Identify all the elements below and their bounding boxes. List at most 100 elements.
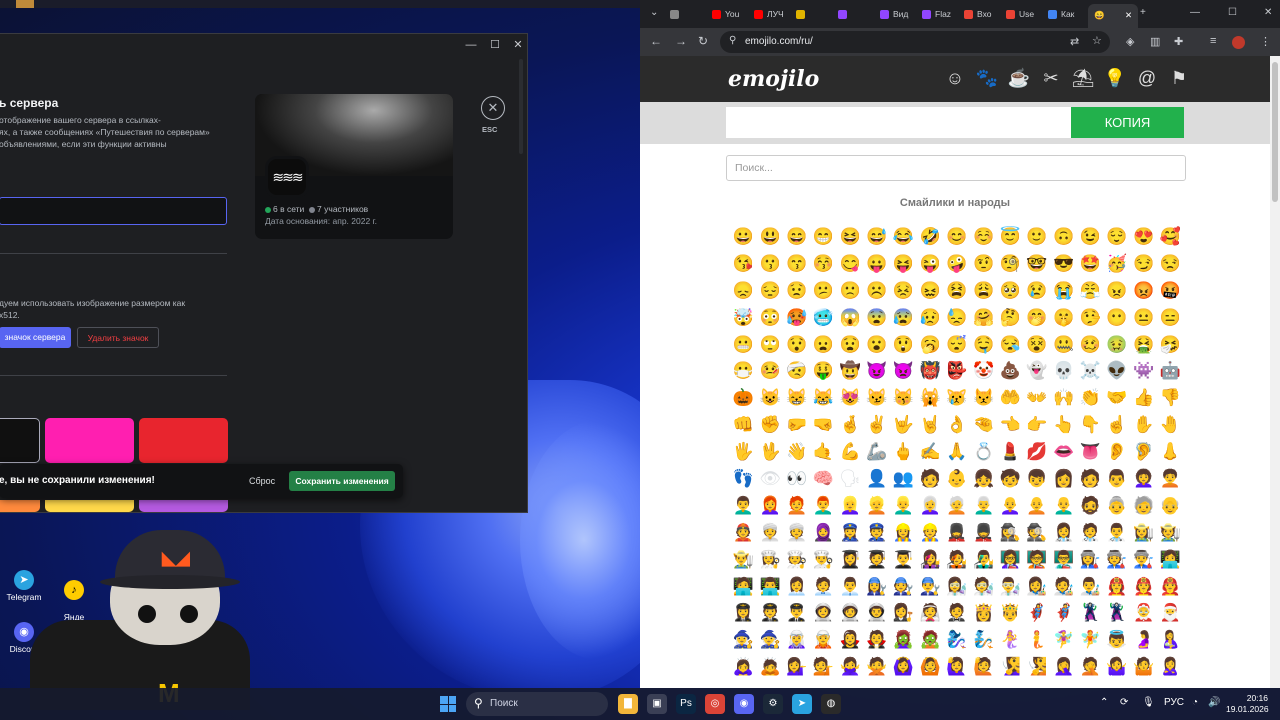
emoji-item[interactable]: 👴 <box>1157 492 1184 519</box>
food-category-icon[interactable]: ☕ <box>1007 66 1031 90</box>
emoji-item[interactable]: 😳 <box>757 304 784 331</box>
emoji-item[interactable]: 🖕 <box>890 438 917 465</box>
emoji-item[interactable]: 🧑‍🦳 <box>944 492 971 519</box>
emoji-item[interactable]: 👨‍🌾 <box>730 546 757 573</box>
emoji-item[interactable]: 👁 <box>757 465 784 492</box>
emoji-item[interactable]: 👩‍🚒 <box>1104 573 1131 600</box>
emoji-item[interactable]: 🤨 <box>970 250 997 277</box>
emoji-item[interactable]: 🙅 <box>863 653 890 680</box>
emoji-item[interactable]: 👅 <box>1077 438 1104 465</box>
emoji-item[interactable]: 🤖 <box>1157 357 1184 384</box>
emoji-item[interactable]: 🧜‍♀️ <box>997 626 1024 653</box>
tab-close-icon[interactable]: ✕ <box>1125 10 1132 20</box>
emoji-item[interactable]: 👨 <box>1104 465 1131 492</box>
emoji-item[interactable]: 🧓 <box>1130 492 1157 519</box>
emoji-item[interactable]: 👵 <box>1104 492 1131 519</box>
emoji-item[interactable]: 😣 <box>890 277 917 304</box>
emoji-item[interactable]: 👦 <box>1024 465 1051 492</box>
banner-color-swatch[interactable] <box>0 500 40 512</box>
emoji-item[interactable]: 👇 <box>1077 411 1104 438</box>
emoji-item[interactable]: 🙁 <box>837 277 864 304</box>
clock[interactable]: 20:16 19.01.2026 <box>1226 693 1269 715</box>
emoji-item[interactable]: 💁 <box>810 653 837 680</box>
emoji-item[interactable]: 👨‍🦳 <box>970 492 997 519</box>
emoji-item[interactable]: 🤩 <box>1077 250 1104 277</box>
emoji-item[interactable]: 😆 <box>837 223 864 250</box>
emoji-item[interactable]: 😨 <box>863 304 890 331</box>
emoji-item[interactable]: 🧚‍♀️ <box>1050 626 1077 653</box>
emoji-item[interactable]: 🤯 <box>730 304 757 331</box>
emoji-item[interactable]: ☠️ <box>1077 357 1104 384</box>
emoji-item[interactable]: 👋 <box>783 438 810 465</box>
emoji-item[interactable]: 😾 <box>970 384 997 411</box>
emoji-item[interactable]: 🤙 <box>810 438 837 465</box>
emoji-item[interactable]: 👉 <box>1024 411 1051 438</box>
emoji-item[interactable]: 🎅 <box>1157 599 1184 626</box>
emoji-item[interactable]: 👃 <box>1157 438 1184 465</box>
emoji-item[interactable]: 🤡 <box>970 357 997 384</box>
taskbar-search[interactable]: ⚲ Поиск <box>466 692 608 716</box>
emoji-item[interactable]: 🤶 <box>1130 599 1157 626</box>
emoji-item[interactable]: 👨‍🔧 <box>917 573 944 600</box>
emoji-item[interactable]: 😈 <box>863 357 890 384</box>
emoji-item[interactable]: 👂 <box>1104 438 1131 465</box>
start-button[interactable] <box>440 696 456 712</box>
emoji-item[interactable]: 🤛 <box>783 411 810 438</box>
reset-button[interactable]: Сброс <box>249 476 275 486</box>
tab-search-icon[interactable]: ⌄ <box>650 7 658 18</box>
emoji-item[interactable]: 👧 <box>970 465 997 492</box>
emoji-item[interactable]: 🙋‍♀️ <box>944 653 971 680</box>
browser-tab[interactable] <box>838 6 851 22</box>
emoji-item[interactable]: 😬 <box>730 331 757 358</box>
emoji-item[interactable]: 😿 <box>944 384 971 411</box>
emoji-item[interactable]: 🤝 <box>1104 384 1131 411</box>
emoji-item[interactable]: 🤔 <box>997 304 1024 331</box>
emoji-item[interactable]: 👨‍💼 <box>837 573 864 600</box>
emoji-item[interactable]: 👩‍🎨 <box>1024 573 1051 600</box>
extensions-puzzle-icon[interactable]: ✚ <box>1174 35 1183 48</box>
emoji-item[interactable]: 👤 <box>863 465 890 492</box>
address-bar[interactable]: ⚲ emojilo.com/ru/ ⇄ ☆ <box>720 31 1110 53</box>
emoji-item[interactable]: 😧 <box>837 331 864 358</box>
emoji-item[interactable]: 😜 <box>917 250 944 277</box>
emoji-item[interactable]: 🦸‍♀️ <box>1024 599 1051 626</box>
emoji-item[interactable]: 🙇‍♀️ <box>730 653 757 680</box>
emoji-item[interactable]: 👩‍🦲 <box>997 492 1024 519</box>
emoji-item[interactable]: 👻 <box>1024 357 1051 384</box>
emoji-item[interactable]: 🧞 <box>970 626 997 653</box>
emoji-item[interactable]: 👨‍✈️ <box>783 599 810 626</box>
emoji-item[interactable]: 🧕 <box>810 519 837 546</box>
photoshop-taskbar-icon[interactable]: Ps <box>676 694 696 714</box>
copy-button[interactable]: КОПИЯ <box>1071 107 1184 138</box>
emoji-item[interactable]: 🧑‍🎓 <box>863 546 890 573</box>
emoji-item[interactable]: 🦻 <box>1130 438 1157 465</box>
back-icon[interactable]: ← <box>650 34 662 48</box>
emoji-item[interactable]: 😊 <box>944 223 971 250</box>
emoji-item[interactable]: 😝 <box>890 250 917 277</box>
emoji-item[interactable]: 🤷‍♀️ <box>1104 653 1131 680</box>
emoji-item[interactable]: 🧜 <box>1024 626 1051 653</box>
emoji-item[interactable]: 😎 <box>1050 250 1077 277</box>
emoji-item[interactable]: 😙 <box>783 250 810 277</box>
emoji-item[interactable]: 🤲 <box>997 384 1024 411</box>
extension-icon[interactable]: ◈ <box>1126 35 1134 48</box>
emoji-item[interactable]: 🤘 <box>917 411 944 438</box>
emoji-item[interactable]: 👩‍💻 <box>1157 546 1184 573</box>
emoji-item[interactable]: 👷‍♀️ <box>890 519 917 546</box>
upload-icon-button[interactable]: значок сервера <box>0 327 71 348</box>
emoji-item[interactable]: 🧑‍🔬 <box>970 573 997 600</box>
emoji-item[interactable]: 🧛‍♀️ <box>837 626 864 653</box>
emoji-item[interactable]: 🤦‍♀️ <box>1050 653 1077 680</box>
steam-taskbar-icon[interactable]: ⚙ <box>763 694 783 714</box>
browser-tab[interactable]: Как <box>1048 6 1074 22</box>
emoji-item[interactable]: ☺️ <box>970 223 997 250</box>
emoji-item[interactable]: 🤒 <box>757 357 784 384</box>
browser-tab[interactable]: Flaz <box>922 6 951 22</box>
emoji-item[interactable]: 😌 <box>1104 223 1131 250</box>
emoji-item[interactable]: 🧟 <box>917 626 944 653</box>
emoji-item[interactable]: 🤪 <box>944 250 971 277</box>
emoji-item[interactable]: 👩‍🔧 <box>863 573 890 600</box>
emoji-item[interactable]: 🥳 <box>1104 250 1131 277</box>
emoji-item[interactable]: 😷 <box>730 357 757 384</box>
emoji-item[interactable]: 🤚 <box>1157 411 1184 438</box>
